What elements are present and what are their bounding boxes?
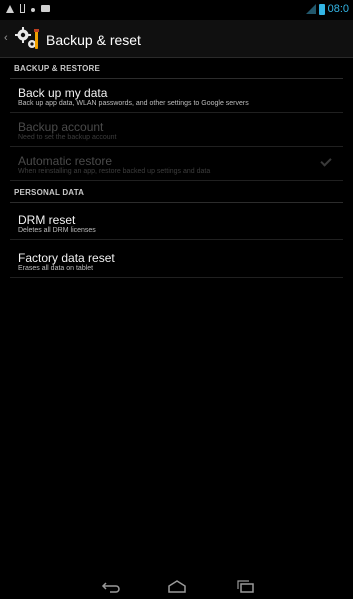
item-summary: Erases all data on tablet xyxy=(18,265,94,272)
list-item-backup-account[interactable]: Backup account Need to set the backup ac… xyxy=(10,114,343,147)
item-summary: Need to set the backup account xyxy=(18,134,117,141)
clock: 08:0 xyxy=(327,3,349,15)
up-caret-icon[interactable]: ‹ xyxy=(4,33,10,44)
item-title: Factory data reset xyxy=(18,251,115,265)
page-title: Backup & reset xyxy=(46,32,141,48)
list-item-back-up-my-data[interactable]: Back up my data Back up app data, WLAN p… xyxy=(10,80,343,113)
section-label: BACKUP & RESTORE xyxy=(14,64,101,73)
back-icon[interactable] xyxy=(98,578,124,596)
battery-icon xyxy=(318,3,325,15)
usb-icon xyxy=(20,4,25,13)
item-summary: When reinstalling an app, restore backed… xyxy=(18,168,211,175)
status-bar: 08:0 xyxy=(0,0,353,20)
item-title: Back up my data xyxy=(18,86,108,100)
action-bar: ‹ Backup & reset xyxy=(0,20,353,58)
item-title: DRM reset xyxy=(18,213,76,227)
checkbox-checked-icon[interactable] xyxy=(320,155,332,167)
navigation-bar xyxy=(0,575,353,599)
list-item-drm-reset[interactable]: DRM reset Deletes all DRM licenses xyxy=(10,207,343,240)
list-item-automatic-restore[interactable]: Automatic restore When reinstalling an a… xyxy=(10,148,343,181)
warning-icon xyxy=(6,4,14,13)
image-icon xyxy=(41,5,50,12)
item-summary: Back up app data, WLAN passwords, and ot… xyxy=(18,100,249,107)
signal-icon xyxy=(305,4,316,14)
list-item-factory-data-reset[interactable]: Factory data reset Erases all data on ta… xyxy=(10,245,343,278)
section-header-personal-data: PERSONAL DATA xyxy=(10,183,343,203)
item-summary: Deletes all DRM licenses xyxy=(18,227,96,234)
notification-icons xyxy=(6,4,50,13)
section-label: PERSONAL DATA xyxy=(14,188,85,197)
item-title: Automatic restore xyxy=(18,154,113,168)
settings-gear-icon[interactable] xyxy=(14,26,40,52)
system-icons: 08:0 xyxy=(305,3,349,15)
dot-icon xyxy=(31,7,35,12)
home-icon[interactable] xyxy=(164,578,190,596)
section-header-backup-restore: BACKUP & RESTORE xyxy=(10,59,343,79)
recent-apps-icon[interactable] xyxy=(233,578,259,596)
item-title: Backup account xyxy=(18,120,104,134)
